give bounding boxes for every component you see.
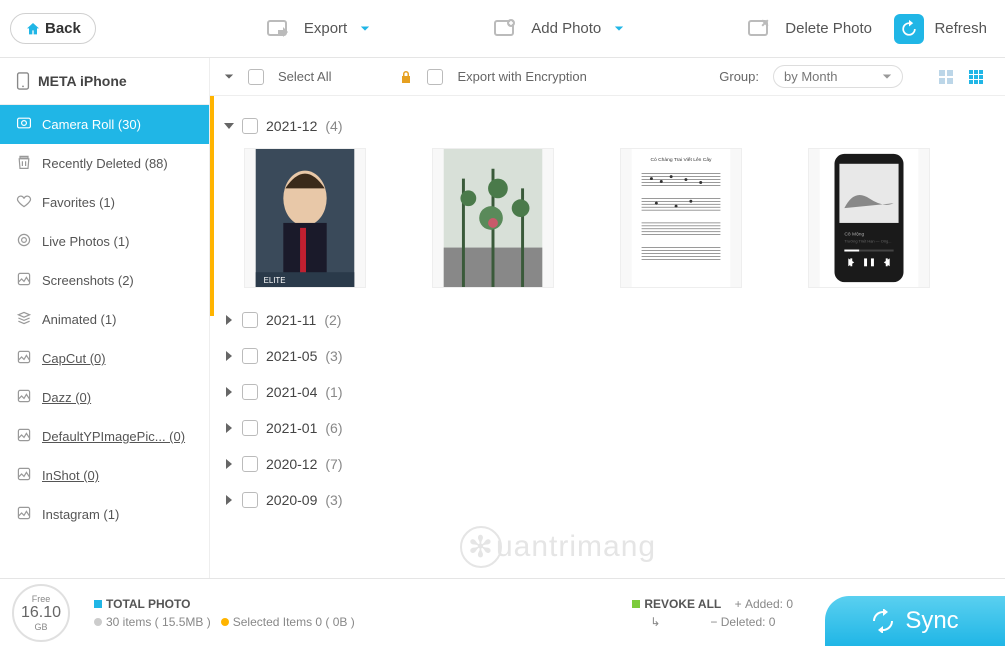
group-checkbox[interactable] [242, 348, 258, 364]
sidebar-item[interactable]: DefaultYPImagePic... (0) [0, 417, 209, 456]
group-checkbox[interactable] [242, 456, 258, 472]
album-icon [16, 154, 32, 173]
album-icon [16, 388, 32, 407]
total-photo-label: TOTAL PHOTO [106, 597, 190, 611]
triangle-right-icon [224, 423, 234, 433]
add-photo-icon [491, 17, 519, 41]
footer: Free 16.10 GB TOTAL PHOTO 30 items ( 15.… [0, 578, 1005, 646]
chevron-down-icon[interactable] [224, 72, 234, 82]
album-icon [16, 193, 32, 212]
album-icon [16, 505, 32, 524]
sidebar-item[interactable]: Instagram (1) [0, 495, 209, 534]
selected-count: Selected Items 0 ( 0B ) [233, 615, 355, 629]
encryption-checkbox[interactable] [427, 69, 443, 85]
chevron-down-icon [359, 24, 371, 34]
encryption-label: Export with Encryption [457, 69, 586, 84]
storage-gauge: Free 16.10 GB [12, 584, 70, 642]
sync-button[interactable]: Sync [825, 596, 1005, 646]
back-button[interactable]: Back [10, 13, 96, 44]
delete-photo-icon [745, 17, 773, 41]
chevron-down-icon [613, 24, 625, 34]
group-header[interactable]: 2020-12 (7) [224, 446, 991, 482]
album-icon [16, 271, 32, 290]
delete-photo-button[interactable]: Delete Photo [745, 17, 872, 41]
back-label: Back [45, 20, 81, 37]
group-header[interactable]: 2021-11 (2) [224, 302, 991, 338]
export-button[interactable]: Export [264, 17, 371, 41]
sidebar-item[interactable]: CapCut (0) [0, 339, 209, 378]
sidebar-item[interactable]: Screenshots (2) [0, 261, 209, 300]
group-header[interactable]: 2021-04 (1) [224, 374, 991, 410]
group-header[interactable]: 2021-05 (3) [224, 338, 991, 374]
triangle-right-icon [224, 351, 234, 361]
subtoolbar: Select All Export with Encryption Group:… [210, 58, 1005, 96]
view-small-icon[interactable] [961, 65, 991, 89]
svg-text:Trường Triết Hạn — Orig...: Trường Triết Hạn — Orig... [844, 239, 891, 244]
group-header[interactable]: 2020-09 (3) [224, 482, 991, 518]
sidebar-item[interactable]: InShot (0) [0, 456, 209, 495]
photo-thumbnail[interactable]: Có Chàng Trai Viết Lên Cây [620, 148, 742, 288]
group-checkbox[interactable] [242, 118, 258, 134]
sidebar-item[interactable]: Favorites (1) [0, 183, 209, 222]
group-checkbox[interactable] [242, 420, 258, 436]
group-header[interactable]: 2021-12 (4) [224, 108, 991, 144]
group-label: Group: [719, 69, 759, 84]
refresh-button[interactable]: Refresh [894, 14, 987, 44]
select-all-label: Select All [278, 69, 331, 84]
sidebar: META iPhone Camera Roll (30)Recently Del… [0, 58, 210, 578]
triangle-right-icon [224, 387, 234, 397]
phone-icon [16, 72, 30, 90]
sidebar-item[interactable]: Animated (1) [0, 300, 209, 339]
album-icon [16, 466, 32, 485]
triangle-right-icon [224, 315, 234, 325]
watermark: ✻uantrimang [460, 526, 656, 568]
album-icon [16, 349, 32, 368]
revoke-all-label[interactable]: REVOKE ALL [644, 597, 721, 611]
sidebar-item[interactable]: Camera Roll (30) [0, 105, 209, 144]
export-icon [264, 17, 292, 41]
items-count: 30 items ( 15.5MB ) [106, 615, 211, 629]
sidebar-item[interactable]: Recently Deleted (88) [0, 144, 209, 183]
chevron-down-icon [882, 72, 892, 82]
photo-thumbnail[interactable]: Cô MộngTrường Triết Hạn — Orig... [808, 148, 930, 288]
group-checkbox[interactable] [242, 312, 258, 328]
triangle-right-icon [224, 459, 234, 469]
group-checkbox[interactable] [242, 492, 258, 508]
triangle-down-icon [224, 121, 234, 131]
select-all-checkbox[interactable] [248, 69, 264, 85]
album-icon [16, 427, 32, 446]
refresh-icon [894, 14, 924, 44]
album-icon [16, 232, 32, 251]
group-checkbox[interactable] [242, 384, 258, 400]
add-photo-button[interactable]: Add Photo [491, 17, 625, 41]
sidebar-item[interactable]: Dazz (0) [0, 378, 209, 417]
group-header[interactable]: 2021-01 (6) [224, 410, 991, 446]
deleted-count: Deleted: 0 [721, 615, 776, 629]
group-select[interactable]: by Month [773, 65, 903, 88]
sync-icon [871, 609, 895, 633]
accent-bar [210, 96, 214, 316]
album-icon [16, 115, 32, 134]
svg-text:Có Chàng Trai Viết Lên Cây: Có Chàng Trai Viết Lên Cây [651, 157, 713, 163]
triangle-right-icon [224, 495, 234, 505]
sidebar-item[interactable]: Live Photos (1) [0, 222, 209, 261]
photo-grid: 2021-12 (4) ELITE Có Chàng Trai Viết Lên C… [210, 96, 1005, 578]
album-icon [16, 310, 32, 329]
svg-text:Cô Mộng: Cô Mộng [844, 232, 864, 238]
lock-icon [399, 70, 413, 84]
photo-thumbnail[interactable] [432, 148, 554, 288]
view-large-icon[interactable] [931, 65, 961, 89]
home-icon [25, 21, 41, 37]
device-header: META iPhone [0, 58, 209, 105]
photo-thumbnail[interactable]: ELITE [244, 148, 366, 288]
added-count: Added: 0 [745, 597, 793, 611]
svg-text:ELITE: ELITE [264, 276, 286, 285]
